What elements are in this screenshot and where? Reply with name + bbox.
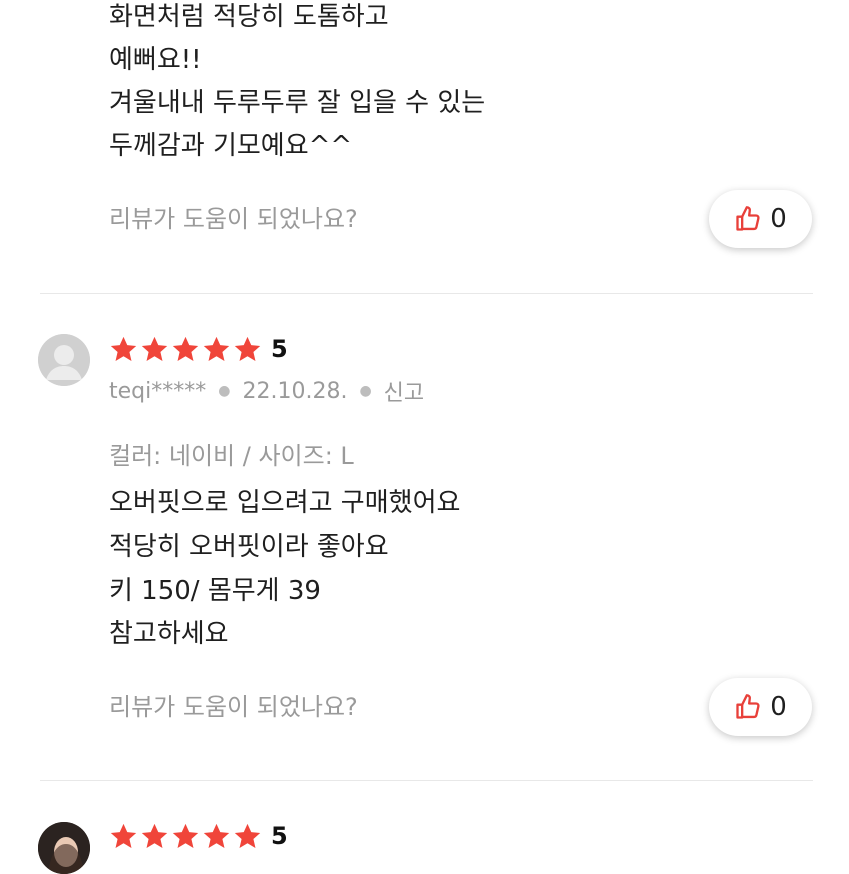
star-icon [234, 336, 261, 361]
star-icon [172, 336, 199, 361]
separator-dot: ● [218, 383, 231, 399]
review-body-line: 겨울내내 두루두루 잘 입을 수 있는 [109, 88, 486, 118]
star-icon [172, 823, 199, 848]
like-button[interactable]: 0 [709, 190, 812, 248]
like-button[interactable]: 0 [709, 678, 812, 736]
star-icon [203, 336, 230, 361]
divider [40, 780, 813, 781]
star-rating [109, 822, 262, 851]
separator-dot: ● [359, 383, 372, 399]
rating-score: 5 [271, 335, 288, 363]
review-body-line: 적당히 오버핏이라 좋아요 [109, 532, 389, 562]
review-body-line: 키 150/ 몸무게 39 [109, 576, 321, 606]
review-date: 22.10.28. [242, 378, 348, 404]
user-icon [38, 334, 90, 386]
review-meta: teqi***** ● 22.10.28. ● 신고 [109, 375, 424, 407]
review-body-line: 두께감과 기모예요^^ [109, 131, 353, 161]
review-body-line: 참고하세요 [109, 619, 229, 649]
user-photo-icon [38, 822, 90, 874]
divider [40, 293, 813, 294]
like-count: 0 [770, 692, 787, 722]
star-icon [203, 823, 230, 848]
star-rating [109, 335, 262, 364]
star-icon [141, 336, 168, 361]
author-name: teqi***** [109, 378, 207, 404]
review-body-line: 예뻐요!! [109, 45, 202, 75]
helpful-prompt: 리뷰가 도움이 되었나요? [109, 693, 358, 721]
star-icon [110, 336, 137, 361]
review-body-line: 오버핏으로 입으려고 구매했어요 [109, 488, 461, 518]
thumbs-up-icon [736, 206, 760, 231]
like-count: 0 [770, 204, 787, 234]
star-icon [234, 823, 261, 848]
rating-score: 5 [271, 822, 288, 850]
purchase-option: 컬러: 네이비 / 사이즈: L [109, 442, 354, 470]
review-body-line: 화면처럼 적당히 도톰하고 [109, 2, 389, 32]
helpful-prompt: 리뷰가 도움이 되었나요? [109, 205, 358, 233]
avatar [38, 334, 90, 386]
report-link[interactable]: 신고 [384, 375, 424, 407]
star-icon [141, 823, 168, 848]
avatar [38, 822, 90, 874]
star-icon [110, 823, 137, 848]
thumbs-up-icon [736, 694, 760, 719]
